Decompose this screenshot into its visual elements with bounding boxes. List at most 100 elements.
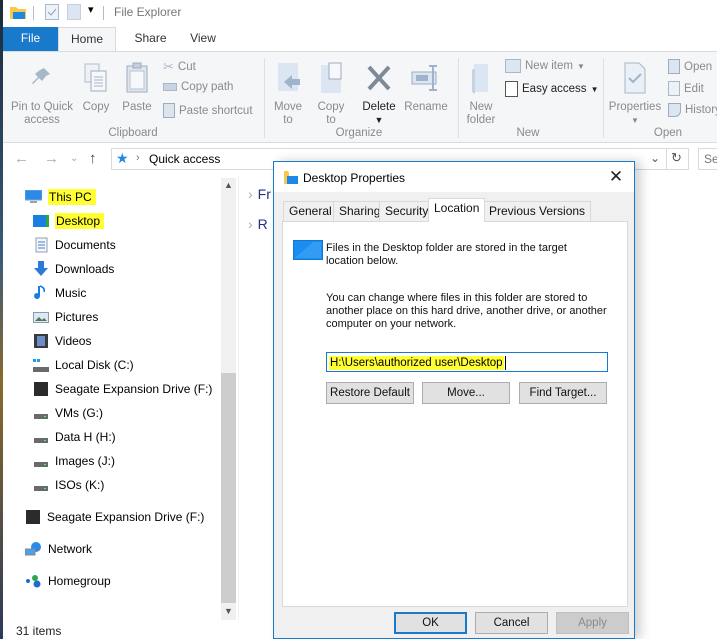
apply-button[interactable]: Apply <box>556 612 629 634</box>
cut-button[interactable]: ✂ Cut <box>163 59 196 75</box>
dialog-title-bar[interactable]: Desktop Properties ✕ <box>274 162 634 192</box>
new-item-icon <box>505 59 521 73</box>
address-text: Quick access <box>149 152 221 166</box>
desktop-properties-dialog: Desktop Properties ✕ General Sharing Sec… <box>273 161 635 639</box>
group-label-organize: Organize <box>335 127 383 139</box>
sidebar-item-network[interactable]: Network <box>25 538 92 560</box>
content-group-row[interactable]: › Fr <box>248 186 271 202</box>
sidebar-item-homegroup[interactable]: Homegroup <box>25 570 111 592</box>
back-button[interactable]: ← <box>14 150 29 167</box>
easy-access-button[interactable]: Easy access ▼ <box>505 81 598 97</box>
move-to-icon <box>278 63 300 91</box>
drive-icon <box>34 462 48 467</box>
recent-locations-dropdown[interactable]: ⌄ <box>70 153 78 164</box>
paste-button[interactable]: Paste <box>121 62 153 114</box>
copy-button[interactable]: Copy <box>81 62 111 114</box>
sidebar-item-images-j[interactable]: Images (J:) <box>33 450 115 472</box>
tab-file[interactable]: File <box>3 27 58 51</box>
breadcrumb-chevron-icon[interactable]: › <box>136 152 140 164</box>
ok-button[interactable]: OK <box>394 612 467 634</box>
sidebar-item-downloads[interactable]: Downloads <box>33 258 114 280</box>
copy-path-button[interactable]: Copy path <box>163 81 233 93</box>
navigation-pane: This PC Desktop Documents Downloads Musi… <box>3 176 221 620</box>
sidebar-item-desktop[interactable]: Desktop <box>33 210 105 232</box>
drive-icon <box>34 438 48 443</box>
sidebar-item-videos[interactable]: Videos <box>33 330 91 352</box>
edit-button[interactable]: Edit <box>668 81 704 96</box>
tab-home[interactable]: Home <box>58 27 116 52</box>
tab-view[interactable]: View <box>183 27 223 51</box>
sidebar-item-vms-g[interactable]: VMs (G:) <box>33 402 103 424</box>
sidebar-item-seagate-f-root[interactable]: Seagate Expansion Drive (F:) <box>25 506 204 528</box>
content-group-row[interactable]: › R <box>248 216 268 232</box>
properties-dropdown-icon[interactable]: ▼ <box>606 114 664 127</box>
quick-access-star-icon: ★ <box>116 150 129 166</box>
sidebar-scrollbar[interactable]: ▲ ▼ <box>221 178 236 620</box>
properties-quick-icon[interactable] <box>45 4 59 20</box>
desktop-icon <box>293 240 323 260</box>
sidebar-item-pictures[interactable]: Pictures <box>33 306 98 328</box>
new-folder-quick-icon[interactable] <box>67 4 81 20</box>
paste-shortcut-icon <box>163 103 175 118</box>
external-drive-icon <box>26 510 40 524</box>
new-item-button[interactable]: New item ▼ <box>505 59 585 73</box>
delete-button[interactable]: Delete ▼ <box>361 62 397 127</box>
move-to-button[interactable]: Move to <box>273 62 303 127</box>
music-icon <box>34 285 45 300</box>
search-input[interactable]: Sea <box>698 148 717 170</box>
history-icon <box>668 103 681 117</box>
restore-default-button[interactable]: Restore Default <box>326 382 414 404</box>
new-folder-icon <box>472 64 488 94</box>
properties-button[interactable]: Properties ▼ <box>606 62 664 127</box>
group-label-clipboard: Clipboard <box>108 127 158 139</box>
open-button[interactable]: Open <box>668 59 712 74</box>
pin-icon <box>32 68 50 84</box>
rename-icon <box>411 65 437 91</box>
drive-icon <box>34 414 48 419</box>
new-folder-button[interactable]: New folder <box>464 62 498 127</box>
ribbon: Pin to Quick access Copy Paste ✂ Cut Cop… <box>3 51 717 143</box>
sidebar-item-local-disk-c[interactable]: Local Disk (C:) <box>33 354 134 376</box>
tab-share[interactable]: Share <box>128 27 173 51</box>
refresh-icon[interactable]: ↻ <box>671 150 682 166</box>
sidebar-item-this-pc[interactable]: This PC <box>25 186 96 208</box>
scroll-up-icon[interactable]: ▲ <box>224 180 233 190</box>
rename-button[interactable]: Rename <box>404 62 448 114</box>
folder-icon <box>10 7 26 19</box>
close-icon[interactable]: ✕ <box>606 167 626 187</box>
customize-quick-access-icon[interactable]: ▾ <box>88 3 94 16</box>
sidebar-item-music[interactable]: Music <box>33 282 86 304</box>
paste-shortcut-button[interactable]: Paste shortcut <box>163 103 253 118</box>
sidebar-item-documents[interactable]: Documents <box>33 234 116 256</box>
expand-chevron-icon[interactable]: › <box>248 216 253 232</box>
up-button[interactable]: ↑ <box>89 150 97 167</box>
expand-chevron-icon[interactable]: › <box>248 186 253 202</box>
open-icon <box>668 59 680 74</box>
sidebar-item-seagate-f[interactable]: Seagate Expansion Drive (F:) <box>33 378 212 400</box>
tab-location[interactable]: Location <box>428 198 486 222</box>
properties-icon <box>624 62 646 94</box>
cancel-button[interactable]: Cancel <box>475 612 548 634</box>
dialog-title: Desktop Properties <box>303 171 406 185</box>
forward-button[interactable]: → <box>44 150 59 167</box>
address-dropdown-icon[interactable]: ⌄ <box>650 151 660 165</box>
delete-dropdown-icon[interactable]: ▼ <box>361 114 397 127</box>
tab-general[interactable]: General <box>283 201 338 221</box>
location-path-input[interactable]: H:\Users\authorized user\Desktop <box>326 352 608 372</box>
location-panel: Files in the Desktop folder are stored i… <box>282 221 628 607</box>
find-target-button[interactable]: Find Target... <box>519 382 607 404</box>
downloads-icon <box>34 261 48 276</box>
copy-to-icon <box>321 62 342 93</box>
tab-previous-versions[interactable]: Previous Versions <box>483 201 592 221</box>
copy-to-button[interactable]: Copy to <box>316 62 346 127</box>
sidebar-item-data-h[interactable]: Data H (H:) <box>33 426 116 448</box>
sidebar-item-isos-k[interactable]: ISOs (K:) <box>33 474 104 496</box>
drive-icon <box>34 486 48 491</box>
title-bar: ▾ File Explorer <box>3 0 717 26</box>
scroll-down-icon[interactable]: ▼ <box>224 606 233 616</box>
pin-to-quick-access-button[interactable]: Pin to Quick access <box>7 62 77 127</box>
history-button[interactable]: History <box>668 103 717 117</box>
scrollbar-thumb[interactable] <box>221 373 236 603</box>
tab-security[interactable]: Security <box>379 201 435 221</box>
move-button[interactable]: Move... <box>422 382 510 404</box>
